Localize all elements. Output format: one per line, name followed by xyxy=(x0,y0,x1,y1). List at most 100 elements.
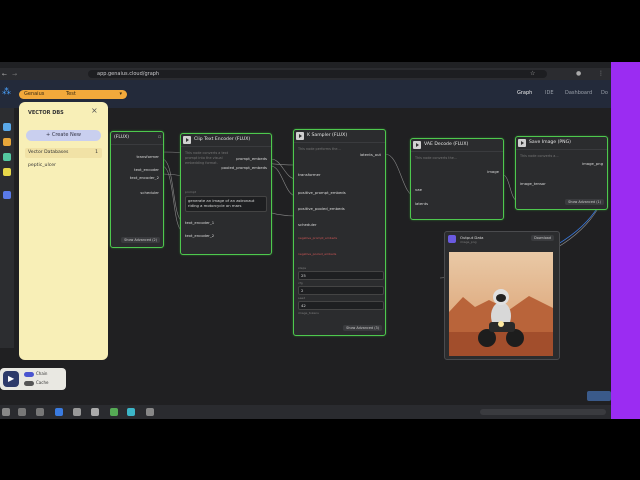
close-icon[interactable]: ▫ xyxy=(158,132,161,144)
star-icon[interactable]: ☆ xyxy=(530,70,535,77)
project-label: Genaius xyxy=(24,91,45,97)
k-sampler-node[interactable]: K Sampler (FLUX) This node performs the.… xyxy=(293,129,386,336)
astronaut-image xyxy=(449,252,553,356)
files-icon[interactable] xyxy=(91,408,99,416)
browser-icon[interactable] xyxy=(146,408,154,416)
cfg-label: cfg xyxy=(298,281,303,285)
output-pooled-embeds: pooled_prompt_embeds xyxy=(221,165,267,170)
input-text-encoder-1: text_encoder_1 xyxy=(185,220,215,225)
forward-icon[interactable]: → xyxy=(12,71,17,78)
nav-graph[interactable]: Graph xyxy=(517,90,532,96)
run-label: Test xyxy=(65,91,76,97)
input-positive-pooled: positive_pooled_embeds xyxy=(298,206,345,211)
nav-docs[interactable]: Do xyxy=(601,90,608,96)
play-icon[interactable] xyxy=(183,136,191,144)
node-title: VAE Decode (FLUX) xyxy=(424,142,469,147)
input-negative-pooled: negative_pooled_embeds xyxy=(298,252,337,256)
vae-decode-node[interactable]: VAE Decode (FLUX) This node converts the… xyxy=(410,138,504,220)
prompt-textarea[interactable]: generate an image of an astronaut riding… xyxy=(185,196,267,212)
play-icon[interactable] xyxy=(296,132,304,140)
panel-title: VECTOR DBS xyxy=(28,110,64,116)
cache-label: Cache xyxy=(36,380,49,385)
steps-label: steps xyxy=(298,266,307,270)
logo-icon: ⁂ xyxy=(2,87,11,97)
node-description: This node converts a... xyxy=(520,154,559,158)
menu-icon[interactable]: ⋮ xyxy=(598,70,604,77)
node-description: This node converts a text prompt into th… xyxy=(185,151,229,165)
vector-db-panel: VECTOR DBS × + Create New Vector Databas… xyxy=(19,102,108,360)
image-tokens-label: image_tokens xyxy=(298,311,319,315)
back-icon[interactable]: ← xyxy=(2,71,7,78)
app-icon[interactable] xyxy=(110,408,118,416)
create-new-button[interactable]: + Create New xyxy=(26,130,101,141)
seed-label: seed xyxy=(298,296,306,300)
chevron-down-icon[interactable]: ▾ xyxy=(119,90,122,99)
input-positive-prompt: positive_prompt_embeds xyxy=(298,190,346,195)
show-advanced-button[interactable]: Show Advanced (1) xyxy=(565,199,604,205)
run-button[interactable]: ▶ xyxy=(3,371,19,387)
output-image: image xyxy=(487,169,499,174)
url-field[interactable]: app.genaius.cloud/graph xyxy=(88,70,547,78)
chrome-icon[interactable] xyxy=(73,408,81,416)
taskbar xyxy=(0,405,612,419)
chain-label: Chain xyxy=(36,371,48,376)
output-text-encoder-2: text_encoder_2 xyxy=(129,175,159,180)
vector-db-item[interactable]: peptic_ulcer xyxy=(28,163,56,168)
vscode-icon[interactable] xyxy=(55,408,63,416)
cache-toggle[interactable] xyxy=(24,381,34,386)
run-controls: ▶ Chain Cache xyxy=(0,368,66,390)
output-data-node[interactable]: Output Data image_png Download xyxy=(444,231,560,360)
output-scheduler: scheduler xyxy=(140,190,159,195)
node-title: Save Image (PNG) xyxy=(529,140,571,145)
show-advanced-button[interactable]: Show Advanced (2) xyxy=(121,237,160,243)
node-description: This node performs the... xyxy=(298,147,341,151)
prompt-label: prompt xyxy=(185,190,196,194)
output-subtitle: image_png xyxy=(460,240,477,244)
output-latents: latents_out xyxy=(359,152,381,157)
input-text-encoder-2: text_encoder_2 xyxy=(185,233,215,238)
right-purple-bar xyxy=(611,62,640,419)
node-title: (FLUX) xyxy=(114,135,130,140)
input-negative-prompt: negative_prompt_embeds xyxy=(298,236,338,240)
node-title: Clip Text Encoder (FLUX) xyxy=(194,137,251,142)
input-image-tensor: image_tensor xyxy=(520,181,546,186)
cfg-input[interactable]: 2 xyxy=(298,286,384,295)
vector-databases-section[interactable]: Vector Databases 1 xyxy=(25,148,102,158)
play-icon[interactable] xyxy=(518,139,526,147)
chain-toggle[interactable] xyxy=(24,372,34,377)
settings-icon[interactable] xyxy=(18,408,26,416)
output-transformer: transformer xyxy=(136,154,159,159)
save-image-node[interactable]: Save Image (PNG) This node converts a...… xyxy=(515,136,608,210)
node-title: K Sampler (FLUX) xyxy=(307,133,348,138)
close-icon[interactable]: × xyxy=(91,106,98,115)
system-tray[interactable] xyxy=(480,409,606,415)
active-app-icon[interactable] xyxy=(127,408,135,416)
seed-input[interactable]: 42 xyxy=(298,301,384,310)
input-transformer: transformer xyxy=(298,172,321,177)
node-description: This node converts the... xyxy=(415,156,458,160)
nav-ide[interactable]: IDE xyxy=(545,90,553,96)
input-vae: vae xyxy=(415,187,422,192)
notification-chip[interactable] xyxy=(587,391,611,401)
show-advanced-button[interactable]: Show Advanced (3) xyxy=(343,325,382,331)
nav-dashboard[interactable]: Dashboard xyxy=(565,90,592,96)
output-prompt-embeds: prompt_embeds xyxy=(236,156,267,161)
start-icon[interactable] xyxy=(2,408,10,416)
image-icon xyxy=(448,235,456,243)
steps-input[interactable]: 25 xyxy=(298,271,384,280)
project-selector[interactable]: Genaius Test ▾ xyxy=(19,90,127,99)
download-button[interactable]: Download xyxy=(531,235,554,241)
input-latents: latents xyxy=(415,201,429,206)
play-icon: ▶ xyxy=(8,374,15,383)
output-text-encoder: text_encoder xyxy=(134,167,159,172)
model-loader-node[interactable]: (FLUX) ▫ transformer text_encoder text_en… xyxy=(110,131,164,248)
profile-icon[interactable]: ● xyxy=(576,70,581,77)
clip-text-encoder-node[interactable]: Clip Text Encoder (FLUX) This node conve… xyxy=(180,133,272,255)
address-bar: ← → app.genaius.cloud/graph ☆ ● ⋮ xyxy=(0,68,612,80)
input-scheduler: scheduler xyxy=(298,222,317,227)
camera-icon[interactable] xyxy=(36,408,44,416)
output-image-png: image_png xyxy=(582,161,603,166)
play-icon[interactable] xyxy=(413,141,421,149)
section-count: 1 xyxy=(95,150,98,155)
section-label: Vector Databases xyxy=(28,150,69,155)
